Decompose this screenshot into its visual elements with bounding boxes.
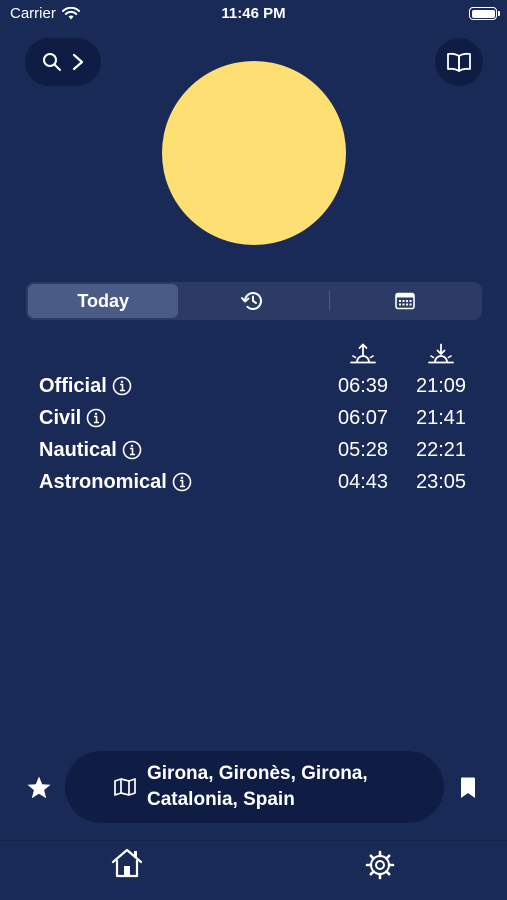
row-label-text: Official	[39, 374, 107, 397]
location-line-1: Girona, Gironès, Girona,	[147, 763, 368, 784]
book-open-icon	[447, 52, 471, 72]
tab-bar	[0, 840, 507, 900]
sunrise-time: 06:39	[337, 374, 389, 397]
twilight-times-table: Official 06:39 21:09 Civil 06:07 21:41 N…	[39, 340, 479, 498]
row-label-text: Civil	[39, 406, 82, 429]
gear-icon[interactable]	[364, 849, 396, 881]
view-segmented-control: Today	[26, 282, 482, 320]
location-line-2: Catalonia, Spain	[147, 789, 295, 810]
info-icon[interactable]	[172, 472, 192, 492]
search-icon	[43, 53, 61, 71]
location-name: Girona, Gironès, Girona, Catalonia, Spai…	[147, 761, 368, 813]
history-clock-icon	[241, 292, 263, 310]
info-icon[interactable]	[122, 440, 142, 460]
sunset-time: 22:21	[415, 438, 467, 461]
sunrise-time: 05:28	[337, 438, 389, 461]
status-time: 11:46 PM	[221, 5, 286, 22]
sunset-time: 23:05	[415, 470, 467, 493]
home-icon[interactable]	[110, 847, 144, 879]
times-row-civil: Civil 06:07 21:41	[39, 402, 479, 434]
battery-icon	[469, 7, 500, 20]
star-icon[interactable]	[26, 775, 52, 801]
map-icon	[114, 778, 136, 796]
sunrise-time: 06:07	[337, 406, 389, 429]
times-row-nautical: Nautical 05:28 22:21	[39, 434, 479, 466]
row-label-text: Astronomical	[39, 470, 167, 493]
row-label: Nautical	[39, 439, 142, 462]
row-label: Official	[39, 375, 132, 398]
times-header	[39, 340, 479, 370]
row-label: Civil	[39, 407, 106, 430]
sun-graphic	[162, 61, 346, 245]
tab-history[interactable]	[178, 284, 328, 318]
guide-button[interactable]	[435, 38, 483, 86]
sunrise-time: 04:43	[337, 470, 389, 493]
search-button[interactable]	[25, 38, 101, 86]
info-icon[interactable]	[86, 408, 106, 428]
location-button[interactable]: Girona, Gironès, Girona, Catalonia, Spai…	[65, 751, 444, 823]
tab-today-label: Today	[77, 290, 129, 311]
chevron-right-icon	[72, 53, 84, 71]
status-bar: Carrier 11:46 PM	[0, 0, 507, 28]
tab-calendar[interactable]	[330, 284, 480, 318]
sunrise-icon	[350, 343, 376, 364]
times-row-official: Official 06:39 21:09	[39, 370, 479, 402]
sunset-time: 21:09	[415, 374, 467, 397]
info-icon[interactable]	[112, 376, 132, 396]
row-label: Astronomical	[39, 471, 192, 494]
times-row-astronomical: Astronomical 04:43 23:05	[39, 466, 479, 498]
sunset-icon	[428, 343, 454, 364]
sunset-time: 21:41	[415, 406, 467, 429]
row-label-text: Nautical	[39, 438, 117, 461]
bookmark-icon[interactable]	[459, 776, 477, 800]
calendar-icon	[395, 292, 415, 310]
tab-today[interactable]: Today	[28, 284, 179, 318]
